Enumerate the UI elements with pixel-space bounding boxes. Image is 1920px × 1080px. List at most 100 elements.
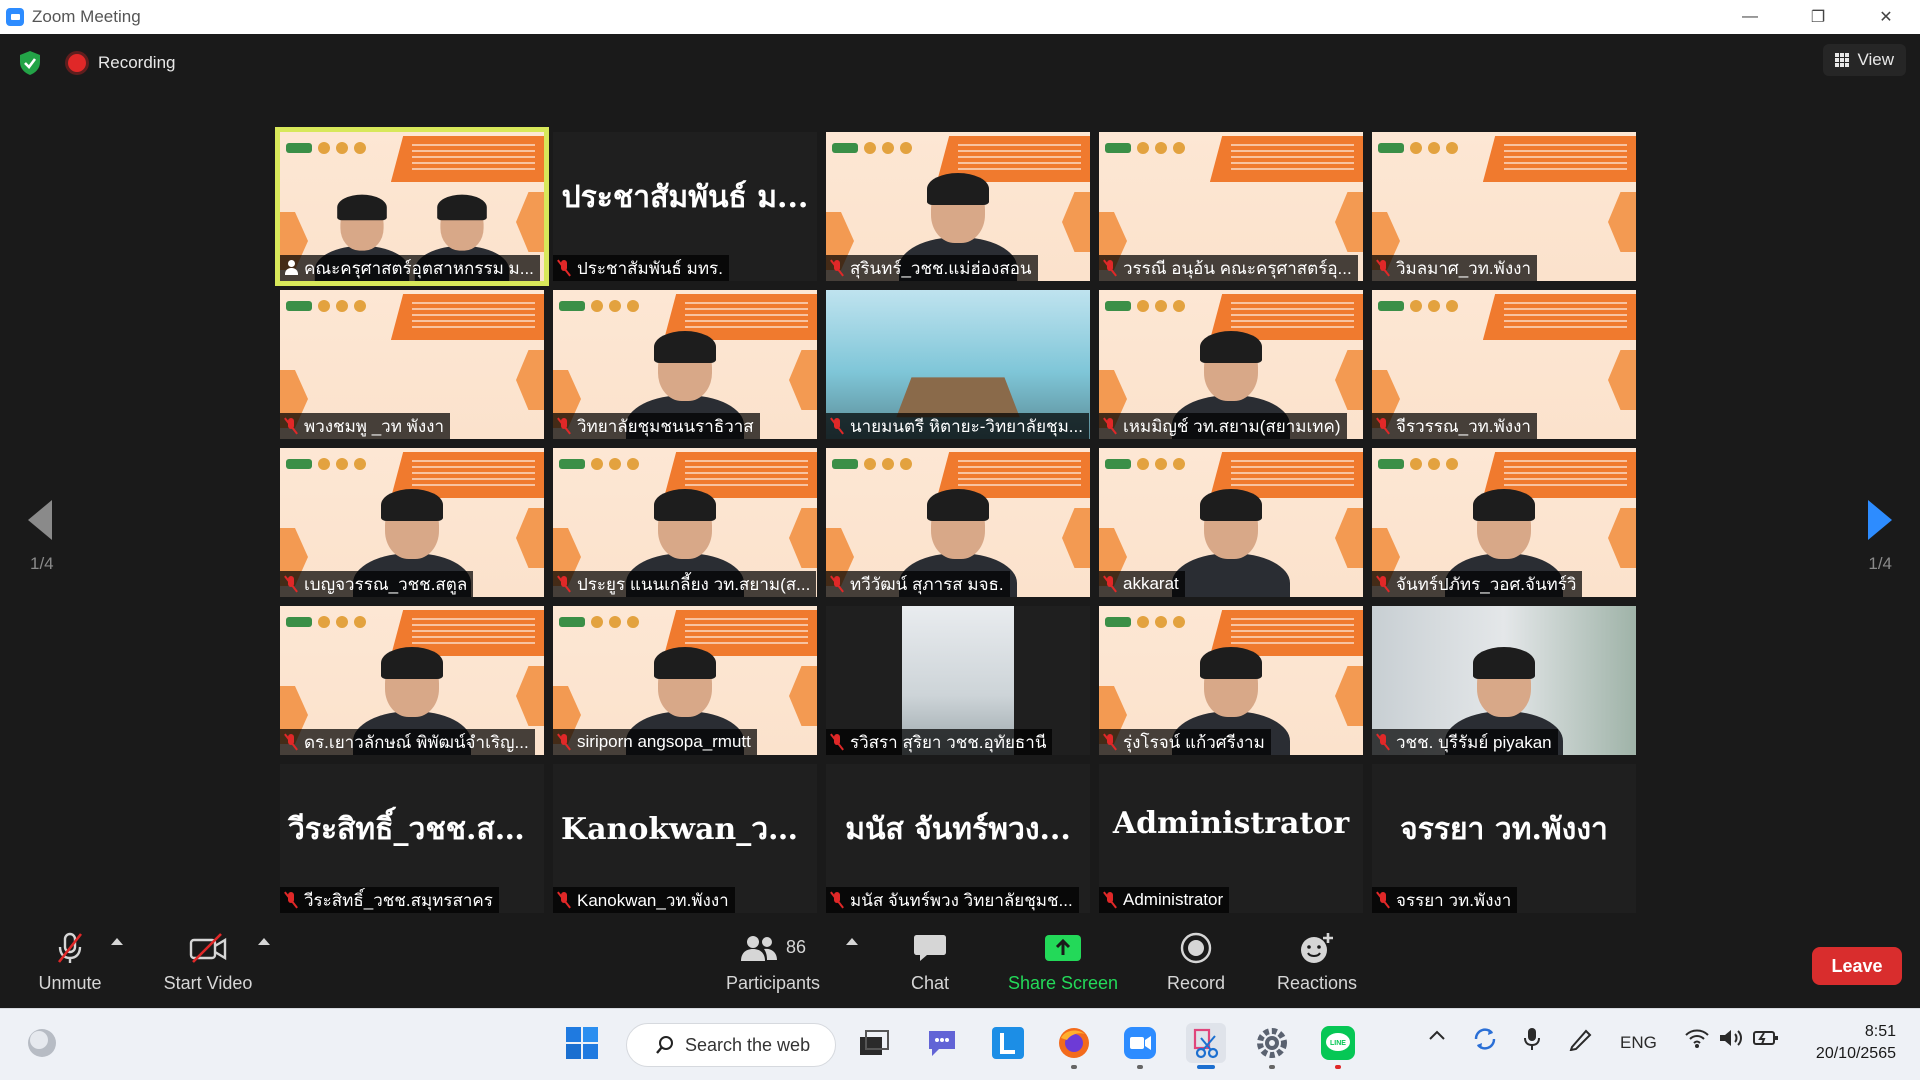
next-page-arrow-icon[interactable] xyxy=(1868,500,1892,540)
video-tile[interactable]: ประชาสัมพันธ์ ม... ประชาสัมพันธ์ มทร. xyxy=(553,132,817,281)
video-options-caret-icon[interactable] xyxy=(258,938,270,945)
video-tile[interactable]: เบญจวรรณ_วชช.สตูล xyxy=(280,448,544,597)
video-tile[interactable]: มนัส จันทร์พวง... มนัส จันทร์พวง วิทยาลัย… xyxy=(826,764,1090,913)
participant-name: ทวีวัฒน์ สุภารส มจธ. xyxy=(850,574,1004,594)
search-icon xyxy=(656,1036,673,1054)
window-title-bar: Zoom Meeting — ❐ ✕ xyxy=(0,0,1920,34)
participant-name: ประชาสัมพันธ์ มทร. xyxy=(577,258,723,278)
microphone-tray-icon[interactable] xyxy=(1522,1027,1542,1056)
taskbar-search-box[interactable]: Search the web xyxy=(626,1023,836,1067)
chat-bubble-icon xyxy=(914,934,946,961)
unmute-button[interactable]: Unmute xyxy=(30,916,110,1008)
video-tile[interactable]: คณะครุศาสตร์อุตสาหกรรม ม... xyxy=(275,127,549,286)
participant-name: รุ่งโรจน์ แก้วศรีงาม xyxy=(1123,732,1265,752)
widgets-weather-icon[interactable] xyxy=(22,1023,62,1063)
leave-button[interactable]: Leave xyxy=(1812,947,1902,985)
video-tile[interactable]: siriporn angsopa_rmutt xyxy=(553,606,817,755)
video-tile[interactable]: รวิสรา สุริยา วชช.อุทัยธานี xyxy=(826,606,1090,755)
close-button[interactable]: ✕ xyxy=(1852,0,1920,34)
show-hidden-icons-chevron-icon[interactable] xyxy=(1428,1027,1446,1047)
video-tile[interactable]: จีรวรรณ_วท.พังงา xyxy=(1372,290,1636,439)
participant-name: ประยูร แนนเกลี้ยง วท.สยาม(ส... xyxy=(577,574,811,594)
video-tile[interactable]: สุรินทร์_วชช.แม่ฮ่องสอน xyxy=(826,132,1090,281)
participant-name-label: วีระสิทธิ์_วชช.สมุทรสาคร xyxy=(280,887,499,913)
microphone-muted-icon xyxy=(830,259,844,277)
reactions-button[interactable]: Reactions xyxy=(1270,916,1364,1008)
participant-display-name: ประชาสัมพันธ์ ม... xyxy=(561,180,809,215)
language-indicator[interactable]: ENG xyxy=(1620,1033,1657,1053)
video-tile[interactable]: เหมมิญช์ วท.สยาม(สยามเทค) xyxy=(1099,290,1363,439)
share-screen-label: Share Screen xyxy=(1007,972,1119,993)
video-tile[interactable]: จรรยา วท.พังงา จรรยา วท.พังงา xyxy=(1372,764,1636,913)
windows-start-icon[interactable] xyxy=(562,1023,602,1063)
prev-page-arrow-icon[interactable] xyxy=(28,500,52,540)
wifi-icon[interactable] xyxy=(1684,1027,1710,1054)
video-tile[interactable]: ดร.เยาวลักษณ์ พิพัฒน์จำเริญ... xyxy=(280,606,544,755)
video-tile[interactable]: akkarat xyxy=(1099,448,1363,597)
shield-check-icon[interactable] xyxy=(18,50,42,76)
participant-name-label: จรรยา วท.พังงา xyxy=(1372,887,1518,913)
participant-name: เหมมิญช์ วท.สยาม(สยามเทค) xyxy=(1123,416,1341,436)
taskbar-clock[interactable]: 8:51 20/10/2565 xyxy=(1816,1021,1896,1065)
video-tile[interactable]: ทวีวัฒน์ สุภารส มจธ. xyxy=(826,448,1090,597)
view-button[interactable]: View xyxy=(1823,44,1906,76)
line-app-icon[interactable]: LINE xyxy=(1318,1023,1358,1069)
microphone-muted-icon xyxy=(1103,417,1117,435)
restore-button[interactable]: ❐ xyxy=(1784,0,1852,34)
share-screen-button[interactable]: Share Screen xyxy=(1000,916,1126,1008)
video-tile[interactable]: วรรณี อนุอ้น คณะครุศาสตร์อุ... xyxy=(1099,132,1363,281)
video-tile[interactable]: Administrator Administrator xyxy=(1099,764,1363,913)
microphone-muted-icon xyxy=(1376,417,1390,435)
zoom-taskbar-icon[interactable] xyxy=(1120,1023,1160,1069)
video-camera-off-icon xyxy=(189,932,227,963)
microphone-muted-icon xyxy=(1103,575,1117,593)
microphone-muted-icon xyxy=(557,733,571,751)
battery-icon[interactable] xyxy=(1752,1027,1780,1054)
minimize-button[interactable]: — xyxy=(1716,0,1784,34)
search-placeholder: Search the web xyxy=(685,1034,811,1055)
start-video-label: Start Video xyxy=(163,972,253,993)
video-tile[interactable]: นายมนตรี หิตายะ-วิทยาลัยชุม... xyxy=(826,290,1090,439)
settings-gear-icon[interactable] xyxy=(1252,1023,1292,1069)
microphone-muted-icon xyxy=(830,575,844,593)
teams-chat-icon[interactable] xyxy=(922,1023,962,1063)
start-video-button[interactable]: Start Video xyxy=(158,916,258,1008)
participant-name-label: ประชาสัมพันธ์ มทร. xyxy=(553,255,729,281)
microphone-muted-icon xyxy=(557,575,571,593)
pen-menu-icon[interactable] xyxy=(1568,1027,1594,1056)
participants-options-caret-icon[interactable] xyxy=(846,938,858,945)
snipping-tool-icon[interactable] xyxy=(1186,1023,1226,1069)
video-tile[interactable]: รุ่งโรจน์ แก้วศรีงาม xyxy=(1099,606,1363,755)
video-tile[interactable]: พวงชมพู _วท พังงา xyxy=(280,290,544,439)
microphone-muted-icon xyxy=(1376,259,1390,277)
participant-name-label: siriporn angsopa_rmutt xyxy=(553,729,757,755)
audio-options-caret-icon[interactable] xyxy=(111,938,123,945)
video-tile[interactable]: วิมลมาศ_วท.พังงา xyxy=(1372,132,1636,281)
app-l-icon[interactable] xyxy=(988,1023,1028,1063)
video-tile[interactable]: ประยูร แนนเกลี้ยง วท.สยาม(ส... xyxy=(553,448,817,597)
microphone-muted-icon xyxy=(1103,891,1117,909)
view-label: View xyxy=(1857,50,1894,69)
sync-icon[interactable] xyxy=(1472,1027,1498,1056)
volume-icon[interactable] xyxy=(1718,1027,1744,1054)
participant-name-label: คณะครุศาสตร์อุตสาหกรรม ม... xyxy=(280,255,540,281)
video-tile[interactable]: วิทยาลัยชุมชนนราธิวาส xyxy=(553,290,817,439)
video-tile[interactable]: จันทร์ปภัทร_วอศ.จันทร์วิ xyxy=(1372,448,1636,597)
participant-name: วรรณี อนุอ้น คณะครุศาสตร์อุ... xyxy=(1123,258,1352,278)
video-tile[interactable]: วชช. บุรีรัมย์ piyakan xyxy=(1372,606,1636,755)
participant-name: สุรินทร์_วชช.แม่ฮ่องสอน xyxy=(850,258,1032,278)
video-tile[interactable]: วีระสิทธิ์_วชช.สมุ... วีระสิทธิ์_วชช.สมุท… xyxy=(280,764,544,913)
microphone-muted-icon xyxy=(830,417,844,435)
microphone-muted-icon xyxy=(1103,259,1117,277)
video-tile[interactable]: Kanokwan_วท.... Kanokwan_วท.พังงา xyxy=(553,764,817,913)
chat-button[interactable]: Chat xyxy=(890,916,970,1008)
participant-name-label: วรรณี อนุอ้น คณะครุศาสตร์อุ... xyxy=(1099,255,1358,281)
participant-name-label: วิทยาลัยชุมชนนราธิวาส xyxy=(553,413,760,439)
task-view-icon[interactable] xyxy=(854,1023,894,1063)
participants-button[interactable]: 86 Participants xyxy=(718,916,828,1008)
participant-display-name: Administrator xyxy=(1112,806,1350,841)
participant-name-label: Administrator xyxy=(1099,887,1230,913)
microphone-muted-icon xyxy=(1376,575,1390,593)
firefox-icon[interactable] xyxy=(1054,1023,1094,1069)
record-button[interactable]: Record xyxy=(1156,916,1236,1008)
